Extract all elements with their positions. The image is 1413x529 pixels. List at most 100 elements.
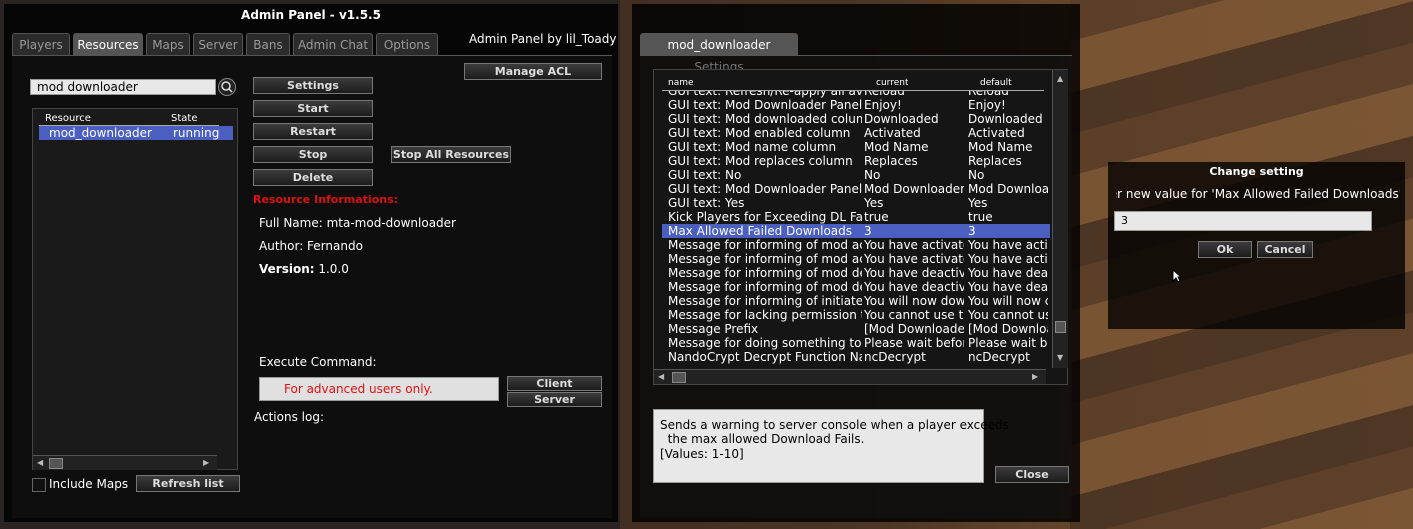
settings-row-current: You will now down [864, 294, 964, 308]
scroll-right-icon[interactable]: ▶ [203, 458, 209, 467]
settings-window: mod_downloader Settings name current def… [632, 4, 1080, 522]
settings-row-current: Replaces [864, 154, 918, 168]
server-button[interactable]: Server [507, 392, 602, 407]
ok-button[interactable]: Ok [1198, 241, 1252, 258]
settings-row-name: GUI text: Refresh/Re-apply all availa [668, 91, 862, 98]
settings-row-name: GUI text: Mod enabled column [668, 126, 851, 140]
settings-row-current: true [864, 210, 889, 224]
settings-row[interactable]: NandoCrypt Decrypt Function NamencDecryp… [662, 350, 1050, 364]
settings-row-default: No [968, 168, 985, 182]
tab-options[interactable]: Options [376, 33, 438, 55]
settings-row-current: Yes [864, 196, 884, 210]
settings-row-name: Message for informing of mod deac [668, 266, 862, 280]
settings-row[interactable]: GUI text: Mod Downloader Panel tit Mod Do… [662, 182, 1050, 196]
settings-row[interactable]: Message for lacking permission to oYou c… [662, 308, 1050, 322]
column-header-current[interactable]: current [876, 78, 908, 88]
scroll-right-icon[interactable]: ▶ [1032, 372, 1038, 381]
scroll-thumb[interactable] [672, 372, 686, 383]
settings-row-default: Please wait be [968, 336, 1048, 350]
start-button[interactable]: Start [253, 100, 373, 117]
horizontal-scrollbar[interactable]: ◀ ▶ [654, 369, 1046, 384]
settings-row-name: Message for informing of initiated m [668, 294, 862, 308]
settings-row-default: Activated [968, 126, 1025, 140]
settings-row[interactable]: GUI text: Mod Downloader Panel de Enjoy! E… [662, 98, 1050, 112]
horizontal-scrollbar[interactable]: ◀ ▶ [33, 455, 217, 470]
change-setting-dialog: Change setting Enter new value for 'Max … [1108, 162, 1405, 329]
scroll-thumb[interactable] [49, 458, 63, 469]
settings-row[interactable]: GUI text: Mod name column Mod Name Mod Nam… [662, 140, 1050, 154]
admin-panel-title[interactable]: Admin Panel - v1.5.5 [4, 4, 618, 26]
tab-server[interactable]: Server [193, 33, 243, 55]
column-header-default[interactable]: default [980, 78, 1012, 88]
settings-button[interactable]: Settings [253, 77, 373, 94]
tab-mod-downloader-settings[interactable]: mod_downloader Settings [640, 33, 798, 74]
vertical-scrollbar[interactable]: ▲ ▼ [1052, 70, 1068, 368]
settings-row[interactable]: GUI text: Yes Yes Yes [662, 196, 1050, 210]
include-maps-checkbox[interactable] [32, 478, 46, 492]
manage-acl-button[interactable]: Manage ACL [464, 63, 602, 80]
tab-resources[interactable]: Resources [73, 33, 143, 55]
settings-row[interactable]: GUI text: No No No [662, 168, 1050, 182]
settings-row[interactable]: Message for informing of mod deac You hav… [662, 280, 1050, 294]
settings-row[interactable]: Message for informing of mod activ You ha… [662, 238, 1050, 252]
settings-row-name: GUI text: Mod replaces column [668, 154, 853, 168]
column-header-resource[interactable]: Resource [45, 113, 91, 124]
version-row: Version: 1.0.0 [259, 262, 349, 276]
settings-row-default: true [968, 210, 993, 224]
settings-row-current: Mod Downloader [864, 182, 964, 196]
credit-label: Admin Panel by lil_Toady [469, 32, 617, 46]
settings-row[interactable]: Kick Players for Exceeding DL Fails true t… [662, 210, 1050, 224]
settings-list[interactable]: name current default GUI text: Refresh/R… [653, 69, 1068, 385]
settings-row-default: You have deac [968, 280, 1048, 294]
list-item[interactable]: mod_downloader running [39, 126, 233, 140]
dialog-title[interactable]: Change setting [1108, 162, 1405, 182]
new-value-input[interactable]: 3 [1114, 211, 1372, 231]
settings-row-current: No [864, 168, 881, 182]
description-box: Sends a warning to server console when a… [653, 409, 1009, 483]
close-button[interactable]: Close [995, 466, 1069, 483]
tab-maps[interactable]: Maps [146, 33, 190, 55]
client-button[interactable]: Client [507, 376, 602, 391]
resource-list[interactable]: Resource State mod_downloader running ◀ … [32, 108, 238, 470]
settings-row-default: You will now c [968, 294, 1048, 308]
stop-button[interactable]: Stop [253, 146, 373, 163]
delete-button[interactable]: Delete [253, 169, 373, 186]
settings-row[interactable]: GUI text: Mod downloaded column Downloade… [662, 112, 1050, 126]
settings-row[interactable]: Message for informing of initiated mYou … [662, 294, 1050, 308]
scroll-down-icon[interactable]: ▼ [1057, 353, 1063, 362]
settings-row-current: You have deactiva [864, 266, 964, 280]
settings-row[interactable]: Max Allowed Failed Downloads 3 3 [662, 224, 1050, 238]
settings-row[interactable]: GUI text: Mod replaces column Replaces Rep… [662, 154, 1050, 168]
stop-all-resources-button[interactable]: Stop All Resources [391, 146, 511, 163]
settings-row[interactable]: Message for doing something too faPlease… [662, 336, 1050, 350]
settings-row[interactable]: GUI text: Refresh/Re-apply all availaRel… [662, 91, 1050, 98]
settings-row-default: 3 [968, 224, 976, 238]
execute-command-input[interactable]: For advanced users only. [259, 377, 499, 401]
settings-row-name: GUI text: Mod Downloader Panel tit [668, 182, 862, 196]
scroll-up-icon[interactable]: ▲ [1057, 74, 1063, 83]
settings-row-default: Enjoy! [968, 98, 1006, 112]
execute-command-label: Execute Command: [259, 355, 377, 369]
scroll-left-icon[interactable]: ◀ [658, 372, 664, 381]
list-item-state: running [173, 126, 220, 140]
list-item-resource: mod_downloader [49, 126, 152, 140]
tab-bans[interactable]: Bans [246, 33, 290, 55]
settings-row-default: You cannot us [968, 308, 1048, 322]
column-header-name[interactable]: name [668, 78, 694, 88]
column-header-state[interactable]: State [171, 113, 197, 124]
settings-row[interactable]: GUI text: Mod enabled column Activated Act… [662, 126, 1050, 140]
search-input[interactable]: mod downloader [30, 79, 216, 95]
cancel-button[interactable]: Cancel [1257, 241, 1313, 258]
tab-players[interactable]: Players [12, 33, 70, 55]
scroll-left-icon[interactable]: ◀ [37, 458, 43, 467]
settings-row-name: GUI text: Mod Downloader Panel de [668, 98, 862, 112]
restart-button[interactable]: Restart [253, 123, 373, 140]
refresh-list-button[interactable]: Refresh list [136, 475, 240, 492]
settings-row[interactable]: Message for informing of mod deac You hav… [662, 266, 1050, 280]
search-icon[interactable] [218, 78, 236, 96]
settings-row[interactable]: Message Prefix [Mod Downloader] [Mod Downl… [662, 322, 1050, 336]
settings-row-current: Mod Name [864, 140, 929, 154]
scroll-thumb[interactable] [1055, 321, 1066, 333]
tab-admin-chat[interactable]: Admin Chat [293, 33, 373, 55]
settings-row[interactable]: Message for informing of mod activ You ha… [662, 252, 1050, 266]
